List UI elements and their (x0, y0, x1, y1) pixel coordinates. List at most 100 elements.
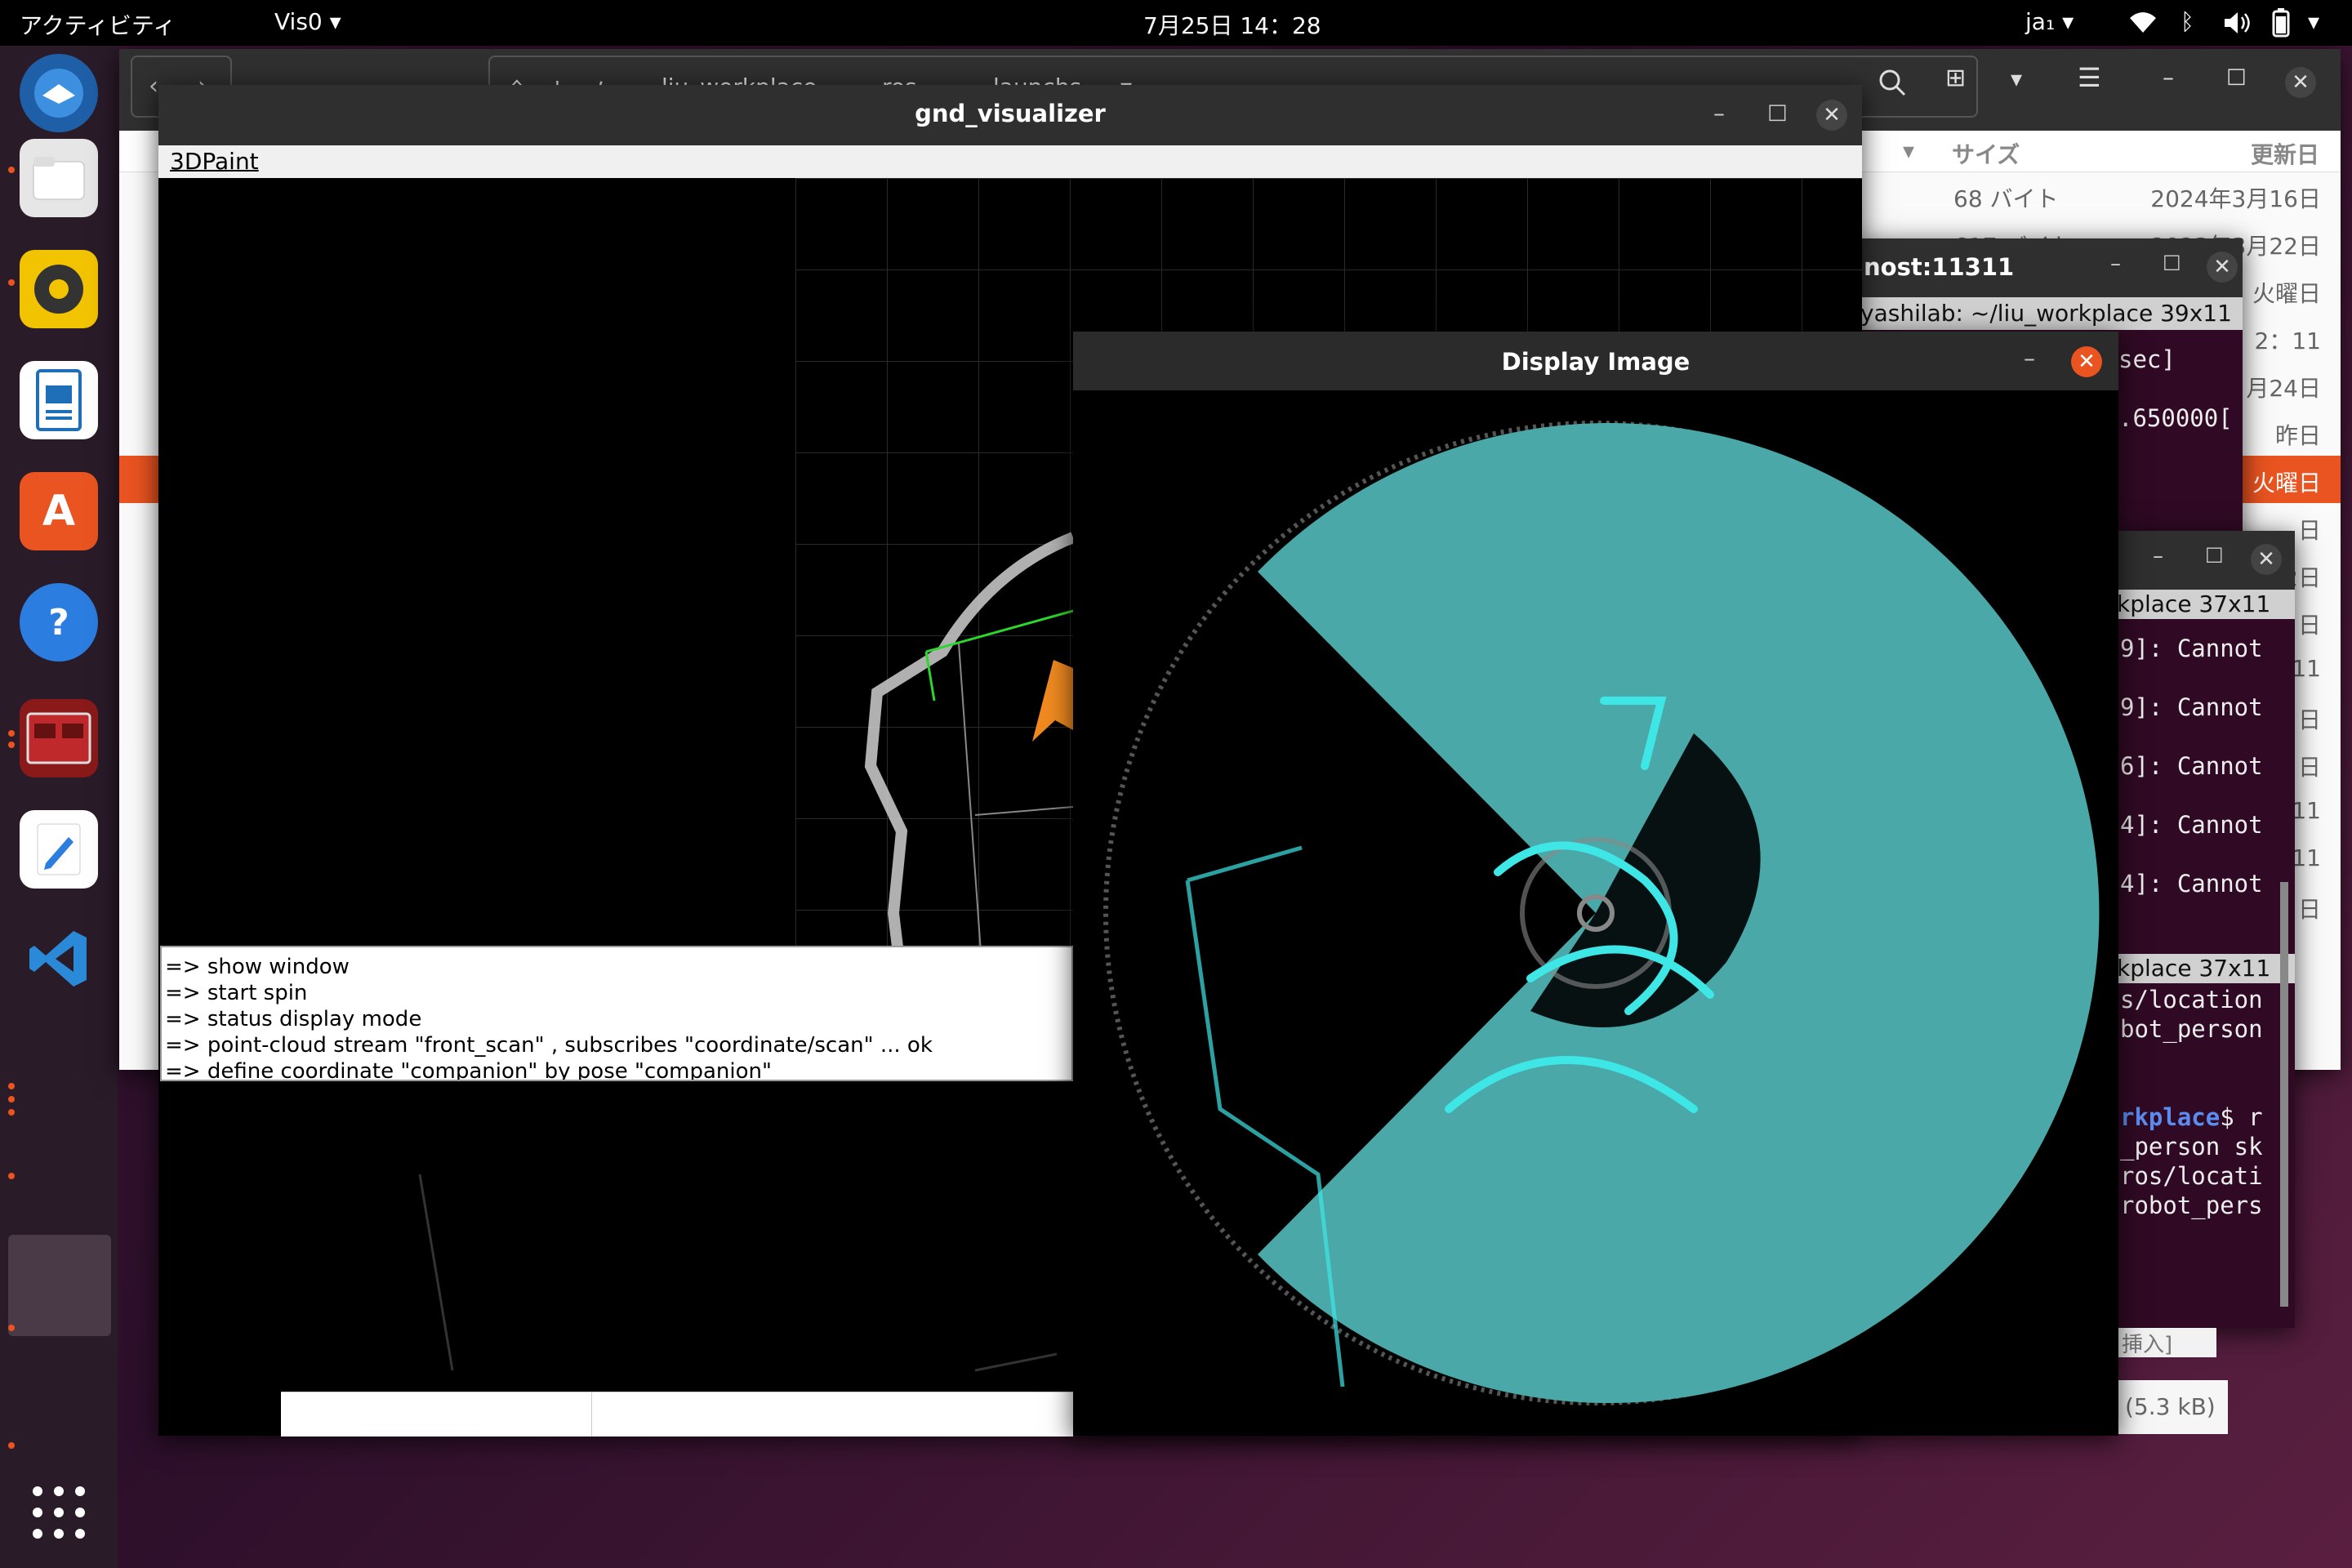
input-method[interactable]: ja₁ ▾ (2025, 8, 2074, 35)
file-modified: 11 (2292, 655, 2321, 682)
vscode-icon[interactable] (20, 920, 98, 998)
terminal-1-titlebar: nost:11311 – □ ✕ (1855, 238, 2243, 297)
top-bar: アクティビティ Vis0 ▾ 7月25日 14：28 ja₁ ▾ ᛒ ▾ (0, 0, 2352, 46)
terminal-app-icon[interactable] (20, 699, 98, 777)
minimize-icon[interactable]: – (2024, 345, 2035, 372)
terminal-line: sec] (2118, 345, 2176, 373)
close-icon[interactable]: ✕ (2207, 252, 2238, 283)
file-modified: 日 (2297, 754, 2321, 781)
clock[interactable]: 7月25日 14：28 (1143, 8, 1321, 41)
power-menu-arrow[interactable]: ▾ (2308, 8, 2319, 35)
help-icon[interactable]: ? (20, 583, 98, 662)
terminal-tab[interactable]: yashilab: ~/liu_workplace 39x11 (1855, 297, 2243, 330)
running-indicator (8, 1083, 15, 1089)
sort-arrow-icon[interactable]: ▾ (1903, 137, 1914, 164)
terminal-line: ros/locati (2120, 1162, 2263, 1190)
column-size[interactable]: サイズ (1952, 137, 2020, 170)
terminal-line: 9]: Cannot (2120, 693, 2263, 721)
close-icon[interactable]: ✕ (2071, 346, 2102, 377)
file-modified: 日 (2297, 517, 2321, 544)
terminal-output: 9]: Cannot 9]: Cannot 6]: Cannot 4]: Can… (2120, 619, 2263, 913)
terminal-line: bot_person (2120, 1015, 2263, 1043)
gnd-visualizer-titlebar: gnd_visualizer – □ ✕ (158, 85, 1862, 145)
hamburger-menu-icon[interactable]: ☰ (2078, 62, 2101, 93)
running-indicator (8, 1173, 15, 1179)
running-indicator (8, 730, 15, 737)
close-icon[interactable]: ✕ (2251, 544, 2282, 575)
terminal-2-titlebar: – □ ✕ (2117, 531, 2295, 590)
running-indicator (8, 167, 15, 173)
file-size: 68 バイト (1953, 185, 2059, 212)
file-modified: 11 (2292, 797, 2321, 824)
window-title: gnd_visualizer (915, 100, 1106, 127)
volume-icon[interactable] (2221, 10, 2251, 36)
files-icon[interactable] (20, 139, 98, 217)
running-indicator (8, 1442, 15, 1449)
display-image-titlebar: Display Image – ✕ (1073, 332, 2118, 390)
minimize-icon[interactable]: – (1713, 100, 1725, 127)
svg-text:?: ? (48, 602, 69, 644)
prompt-rest: $ r (2220, 1103, 2263, 1131)
view-options-icon[interactable]: ▾ (2011, 65, 2022, 92)
file-modified: 日 (2297, 706, 2321, 733)
minimize-icon[interactable]: – (2110, 252, 2121, 276)
log-line: => show window (165, 955, 350, 979)
terminal-line: .650000[ (2118, 404, 2233, 432)
display-image-window: Display Image – ✕ (1073, 332, 2118, 1436)
maximize-icon[interactable]: □ (2226, 64, 2247, 88)
search-icon[interactable] (1877, 67, 1909, 100)
app-menu[interactable]: Vis0 ▾ (274, 8, 341, 35)
window-title: nost:11311 (1864, 253, 2015, 281)
files-status: (5.3 kB) (2118, 1380, 2228, 1434)
file-modified: 2：11 (2254, 327, 2321, 354)
column-modified[interactable]: 更新日 (2251, 137, 2319, 170)
input-method-label: ja₁ (2025, 8, 2056, 35)
battery-icon[interactable] (2270, 8, 2293, 38)
libreoffice-writer-icon[interactable] (20, 361, 98, 439)
maximize-icon[interactable]: □ (2205, 542, 2224, 565)
maximize-icon[interactable]: □ (2163, 250, 2181, 273)
running-indicator (8, 1096, 15, 1102)
file-modified: 月24日 (2246, 375, 2321, 402)
maximize-icon[interactable]: □ (1767, 100, 1788, 124)
running-indicator (8, 1109, 15, 1116)
back-button[interactable]: ‹ (149, 57, 158, 116)
file-modified: 昨日 (2274, 422, 2321, 449)
terminal-line: 4]: Cannot (2120, 870, 2263, 898)
terminal-line: s/location (2120, 986, 2263, 1013)
terminal-prompt: rkplace$ r (2120, 1102, 2263, 1132)
visualizer-footer (281, 1392, 1073, 1437)
active-app-slot[interactable] (8, 1235, 111, 1336)
menu-3dpaint[interactable]: 3DPaint (170, 148, 259, 175)
terminal-tab[interactable]: kplace 37x11 (2117, 590, 2295, 619)
terminal-line: _person sk (2120, 1133, 2263, 1160)
close-icon[interactable]: ✕ (2285, 67, 2316, 98)
text-editor-icon[interactable] (20, 810, 98, 889)
activities-button[interactable]: アクティビティ (20, 8, 176, 41)
close-icon[interactable]: ✕ (1816, 100, 1847, 131)
log-line: => status display mode (165, 1007, 422, 1031)
terminal-line: 9]: Cannot (2120, 635, 2263, 662)
point-cloud-image (1103, 421, 2100, 1405)
thunderbird-icon[interactable] (20, 54, 98, 132)
log-line: => define coordinate "companion" by pose… (165, 1059, 772, 1081)
terminal-output: sec] .650000[ (2118, 330, 2233, 448)
grid-view-icon[interactable]: ⊞ (1945, 64, 1966, 92)
app-menu-label: Vis0 (274, 8, 323, 35)
wifi-icon[interactable] (2128, 10, 2158, 34)
show-apps-grid-icon[interactable] (31, 1485, 87, 1540)
terminal-tab[interactable]: kplace 37x11 (2117, 954, 2295, 983)
terminal-output: s/location bot_person rkplace$ r _person… (2120, 985, 2263, 1220)
running-indicator (8, 1325, 15, 1331)
log-console: => show window => start spin => status d… (160, 946, 1073, 1081)
log-line: => point-cloud stream "front_scan" , sub… (165, 1033, 933, 1058)
rhythmbox-icon[interactable] (20, 250, 98, 328)
running-indicator (8, 742, 15, 748)
ubuntu-software-icon[interactable]: A (20, 472, 98, 550)
terminal-scrollbar[interactable] (2280, 882, 2288, 1307)
map-trace (418, 1174, 1058, 1372)
dock: A ? (0, 46, 118, 1568)
bluetooth-icon[interactable]: ᛒ (2180, 8, 2194, 35)
minimize-icon[interactable]: – (2163, 64, 2174, 91)
minimize-icon[interactable]: – (2153, 544, 2163, 568)
